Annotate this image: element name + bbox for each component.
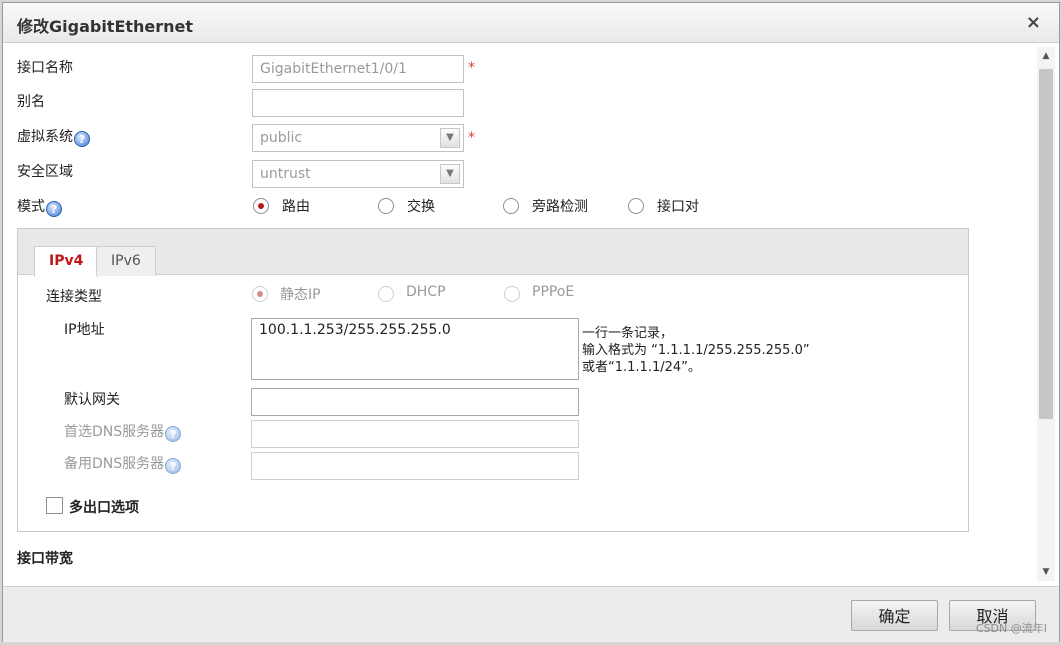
edit-interface-dialog: 修改GigabitEthernet × 接口名称 GigabitEthernet… xyxy=(2,2,1060,642)
virtual-system-label: 虚拟系统? xyxy=(17,126,90,147)
scroll-down-icon[interactable]: ▼ xyxy=(1037,565,1055,579)
vertical-scrollbar[interactable]: ▲ ▼ xyxy=(1037,47,1055,581)
help-icon[interactable]: ? xyxy=(74,131,90,147)
mode-radio-bypass[interactable] xyxy=(503,198,519,214)
ip-address-label: IP地址 xyxy=(64,322,105,338)
dialog-titlebar: 修改GigabitEthernet × xyxy=(3,3,1059,43)
tab-ipv4[interactable]: IPv4 xyxy=(34,246,99,277)
chevron-down-icon: ▼ xyxy=(440,164,460,184)
hint-line: 或者“1.1.1.1/24”。 xyxy=(582,360,701,375)
security-zone-label: 安全区域 xyxy=(17,164,73,180)
multi-exit-label[interactable]: 多出口选项 xyxy=(69,497,139,517)
interface-name-field: GigabitEthernet1/0/1 xyxy=(252,55,464,83)
secondary-dns-label: 备用DNS服务器? xyxy=(64,453,182,474)
virtual-system-label-text: 虚拟系统 xyxy=(17,129,73,145)
conn-option-static: 静态IP xyxy=(280,287,321,303)
required-marker: * xyxy=(468,60,475,76)
required-marker: * xyxy=(468,130,475,146)
help-icon: ? xyxy=(165,426,182,442)
scroll-thumb[interactable] xyxy=(1039,69,1053,419)
close-icon[interactable]: × xyxy=(1026,12,1041,33)
default-gateway-label: 默认网关 xyxy=(64,392,120,408)
chevron-down-icon: ▼ xyxy=(440,128,460,148)
mode-label-text: 模式 xyxy=(17,199,45,215)
conn-option-pppoe: PPPoE xyxy=(532,284,575,300)
conn-radio-pppoe xyxy=(504,286,520,302)
mode-option-interface-pair[interactable]: 接口对 xyxy=(657,196,699,216)
watermark: CSDN @流年I xyxy=(975,622,1047,635)
dialog-footer: 确定 取消 CSDN @流年I xyxy=(3,586,1059,642)
hint-line: 输入格式为 “1.1.1.1/255.255.255.0” xyxy=(582,343,810,358)
mode-option-route[interactable]: 路由 xyxy=(282,196,310,216)
conn-radio-dhcp xyxy=(378,286,394,302)
primary-dns-label-text: 首选DNS服务器 xyxy=(64,424,165,440)
alias-label: 别名 xyxy=(17,94,45,110)
ip-address-textarea[interactable]: 100.1.1.253/255.255.255.0 xyxy=(251,318,579,380)
mode-radio-route[interactable] xyxy=(253,198,269,214)
hint-line: 一行一条记录， xyxy=(582,326,674,341)
mode-option-switch[interactable]: 交换 xyxy=(407,196,435,216)
virtual-system-select: public ▼ xyxy=(252,124,464,152)
help-icon: ? xyxy=(165,458,182,474)
tab-strip: IPv4 IPv6 xyxy=(18,229,968,277)
dialog-title: 修改GigabitEthernet xyxy=(17,17,194,36)
security-zone-select: untrust ▼ xyxy=(252,160,464,188)
alias-input[interactable] xyxy=(252,89,464,117)
virtual-system-value: public xyxy=(260,130,303,146)
default-gateway-input[interactable] xyxy=(251,388,579,416)
interface-name-label: 接口名称 xyxy=(17,60,73,76)
primary-dns-input xyxy=(251,420,579,448)
mode-option-bypass[interactable]: 旁路检测 xyxy=(532,196,588,216)
ip-format-hint: 一行一条记录， 输入格式为 “1.1.1.1/255.255.255.0” 或者… xyxy=(582,325,810,376)
secondary-dns-label-text: 备用DNS服务器 xyxy=(64,456,165,472)
ip-settings-panel: IPv4 IPv6 连接类型 静态IP DHCP PPPoE IP地址 100.… xyxy=(17,228,969,532)
mode-radio-interface-pair[interactable] xyxy=(628,198,644,214)
mode-label: 模式? xyxy=(17,196,62,217)
conn-radio-static xyxy=(252,286,268,302)
secondary-dns-input xyxy=(251,452,579,480)
dialog-content: 接口名称 GigabitEthernet1/0/1 * 别名 虚拟系统? pub… xyxy=(3,44,1034,585)
mode-radio-switch[interactable] xyxy=(378,198,394,214)
primary-dns-label: 首选DNS服务器? xyxy=(64,421,182,442)
connection-type-label: 连接类型 xyxy=(46,289,102,305)
tab-ipv6[interactable]: IPv6 xyxy=(96,246,156,276)
conn-option-dhcp: DHCP xyxy=(406,284,446,300)
interface-bandwidth-heading: 接口带宽 xyxy=(17,551,73,567)
scroll-up-icon[interactable]: ▲ xyxy=(1037,49,1055,63)
ok-button[interactable]: 确定 xyxy=(851,600,938,631)
help-icon[interactable]: ? xyxy=(46,201,62,217)
multi-exit-checkbox[interactable] xyxy=(46,497,63,514)
security-zone-value: untrust xyxy=(260,166,311,182)
